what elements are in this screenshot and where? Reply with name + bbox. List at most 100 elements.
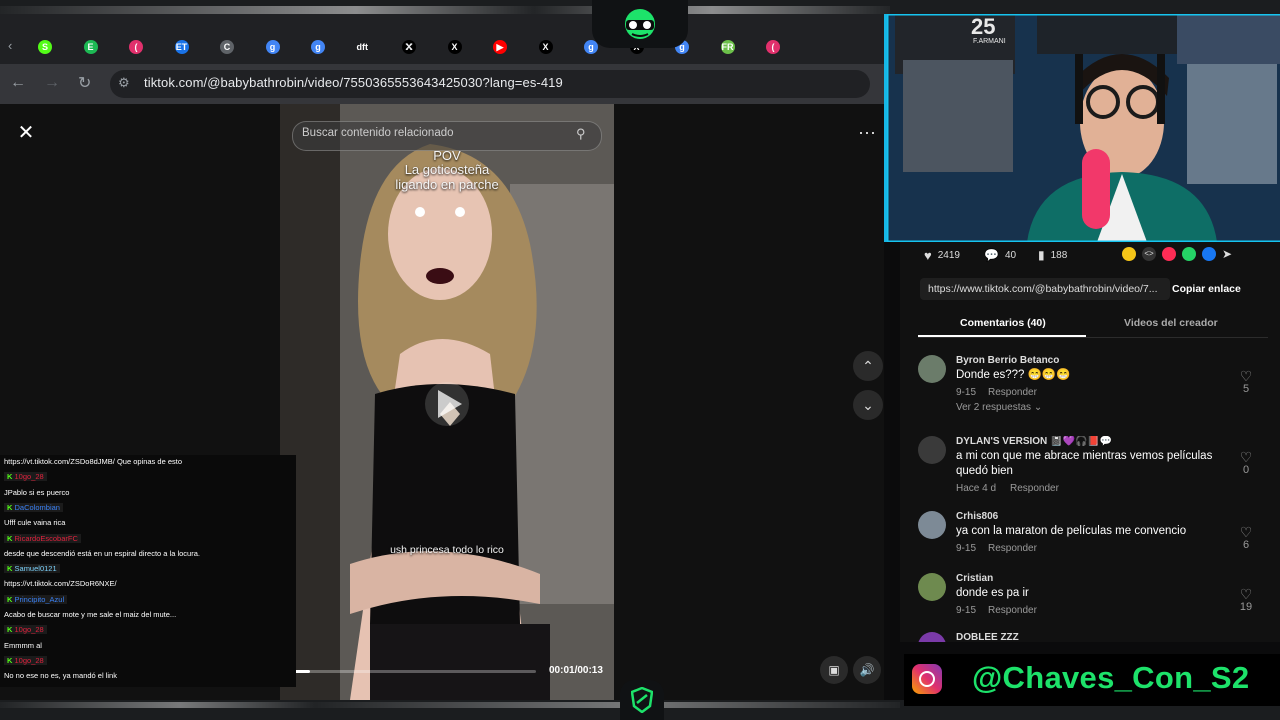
active-tab[interactable]: ✕ (404, 36, 444, 58)
copy-link-button[interactable]: Copiar enlace (1172, 283, 1241, 295)
comment-like-count: 0 (1242, 464, 1250, 476)
search-icon[interactable]: ⚲ (576, 126, 586, 142)
comment-count: 40 (1004, 249, 1017, 261)
close-tab-icon[interactable]: ✕ (404, 40, 414, 54)
chat-message: desde que descendió está en un espiral d… (4, 548, 200, 558)
comment-author[interactable]: Byron Berrio Betanco (956, 355, 1059, 366)
url-text[interactable]: tiktok.com/@babybathrobin/video/75503655… (144, 75, 563, 90)
facebook-icon[interactable] (1202, 247, 1216, 261)
tab-comments[interactable]: Comentarios (40) (960, 317, 1046, 329)
comment-text: Donde es??? 😁😁😁 (956, 369, 1071, 381)
comment-stat[interactable]: 💬 40 (984, 248, 1016, 262)
embed-icon[interactable]: <> (1142, 247, 1156, 261)
comment-like[interactable]: ♡ 6 (1234, 525, 1258, 551)
comment-text: ya con la maraton de películas me conven… (956, 525, 1187, 537)
like-heart-icon[interactable]: ♡ (1234, 525, 1258, 539)
volume-icon[interactable]: 🔊 (853, 656, 881, 684)
picture-in-picture-icon[interactable]: ▣ (820, 656, 848, 684)
dft-icon: dft (356, 42, 369, 52)
whatsapp-icon[interactable] (1182, 247, 1196, 261)
browser-tab[interactable]: E (83, 36, 124, 58)
reload-icon[interactable]: ↻ (78, 73, 91, 93)
chat-username-text: DaColombian (14, 502, 60, 512)
avatar[interactable] (918, 573, 946, 601)
reply-button[interactable]: Responder (988, 387, 1037, 398)
video-player[interactable]: POV La goticosteña ligando en parche ush… (280, 104, 614, 700)
x-icon: X (538, 40, 553, 54)
browser-tab[interactable]: g (265, 36, 306, 58)
previous-video-chevron-up-icon[interactable]: ⌃ (853, 351, 883, 381)
browser-tab[interactable]: ▶ (493, 36, 533, 58)
comment-like[interactable]: ♡ 5 (1234, 369, 1258, 395)
share-arrow-icon[interactable]: ➤ (1222, 247, 1232, 261)
chat-message: Emmmm al (4, 640, 42, 650)
avatar[interactable] (918, 355, 946, 383)
forward-arrow-icon[interactable]: → (44, 74, 60, 92)
browser-tab[interactable]: FR (720, 36, 761, 58)
avatar[interactable] (918, 632, 946, 642)
channel-logo-badge (592, 0, 688, 48)
site-settings-icon[interactable]: ⚙ (118, 75, 130, 91)
globe-icon: C (220, 40, 234, 54)
google-icon: g (265, 40, 280, 54)
like-heart-icon[interactable]: ♡ (1234, 369, 1258, 383)
google-icon: g (311, 40, 325, 54)
active-tab-indicator (918, 335, 1086, 337)
comment-item: DOBLEE ZZZ (918, 632, 1258, 642)
reply-button[interactable]: Responder (1010, 483, 1059, 494)
browser-tab[interactable]: X (538, 36, 579, 58)
chat-username-text: 10go_28 (14, 472, 44, 482)
video-overlay-line1: La goticosteña (404, 162, 490, 177)
reply-button[interactable]: Responder (988, 543, 1037, 554)
reply-button[interactable]: Responder (988, 605, 1037, 616)
comment-like-count: 19 (1239, 601, 1253, 613)
comment-like[interactable]: ♡ 0 (1234, 450, 1258, 476)
browser-tab[interactable]: ( (766, 36, 806, 58)
browser-tab[interactable]: S (38, 36, 78, 58)
tab-creator-videos[interactable]: Videos del creador (1124, 317, 1218, 329)
heart-icon: ♥ (924, 248, 932, 263)
repost-icon[interactable] (1122, 247, 1136, 261)
browser-tab[interactable]: X (447, 36, 488, 58)
comment-author[interactable]: DOBLEE ZZZ (956, 632, 1019, 642)
kick-badge-icon: K (7, 655, 13, 665)
video-frame-image (280, 104, 614, 700)
comment-author[interactable]: Cristian (956, 573, 993, 584)
browser-tab[interactable]: ( (129, 36, 169, 58)
like-heart-icon[interactable]: ♡ (1234, 450, 1258, 464)
browser-tab[interactable]: dft (357, 36, 397, 58)
chat-username-text: Samuel0121 (14, 564, 57, 574)
comment-date: Hace 4 d (956, 483, 997, 494)
like-count: 2419 (937, 250, 960, 261)
like-heart-icon[interactable]: ♡ (1234, 587, 1258, 601)
send-friend-icon[interactable] (1162, 247, 1176, 261)
related-search-placeholder: Buscar contenido relacionado (302, 127, 454, 139)
browser-tab[interactable]: C (220, 36, 260, 58)
stream-frame-bottom-stripe (0, 702, 900, 708)
view-replies-button[interactable]: Ver 2 respuestas ⌄ (956, 402, 1042, 413)
browser-tab[interactable]: g (311, 36, 351, 58)
like-stat[interactable]: ♥ 2419 (924, 248, 960, 263)
comment-item: Cristian donde es pa ir 9-15 Responder ♡ 19 (918, 573, 1258, 633)
comment-like[interactable]: ♡ 19 (1234, 587, 1258, 613)
video-caption: ush princesa todo lo rico (390, 544, 504, 556)
chat-username-text: 10go_28 (14, 625, 44, 635)
chat-username-text: RicardoEscobarFC (14, 533, 78, 543)
browser-tab[interactable]: ET (174, 36, 215, 58)
instagram-icon: ( (129, 40, 143, 54)
chat-username: K RicardoEscobarFC (4, 533, 81, 543)
comment-author[interactable]: DYLAN'S VERSION 📓💜🎧📕💬 (956, 436, 1112, 447)
video-progress-track[interactable] (290, 670, 536, 673)
save-count: 188 (1050, 249, 1068, 261)
comment-author[interactable]: Crhis806 (956, 511, 998, 522)
more-options-icon[interactable]: ⋯ (852, 118, 882, 148)
close-icon[interactable]: ✕ (14, 121, 38, 145)
back-arrow-icon[interactable]: ← (10, 74, 26, 92)
next-video-chevron-down-icon[interactable]: ⌄ (853, 390, 883, 420)
comment-date: 9-15 (956, 543, 977, 554)
browser-tab-bar: ‹ SE(ETCggdftXX▶XgXgFR(✕ (0, 14, 884, 64)
avatar[interactable] (918, 436, 946, 464)
save-stat[interactable]: ▮ 188 (1038, 248, 1067, 262)
avatar[interactable] (918, 511, 946, 539)
chat-username-text: 10go_28 (14, 655, 44, 665)
